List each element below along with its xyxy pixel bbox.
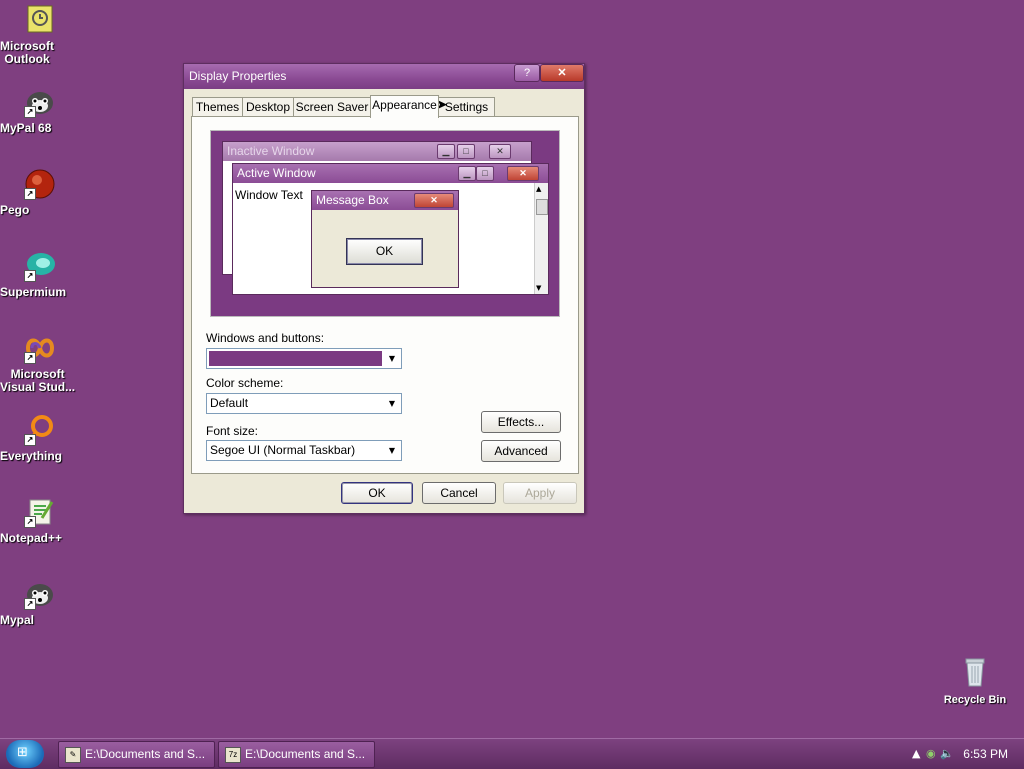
shortcut-arrow-icon: ↗ xyxy=(24,516,36,528)
preview-message-box-title: Message Box xyxy=(316,193,389,207)
preview-ok-button: OK xyxy=(346,238,423,265)
network-icon[interactable]: ◉ xyxy=(926,747,936,760)
tab-appearance[interactable]: Appearance xyxy=(370,95,439,118)
close-icon: ✕ xyxy=(414,193,454,208)
taskbar-clock[interactable]: 6:53 PM xyxy=(963,747,1008,761)
ok-button[interactable]: OK xyxy=(341,482,413,504)
scroll-thumb xyxy=(536,199,548,215)
chevron-down-icon: ▼ xyxy=(388,399,396,408)
tab-desktop[interactable]: Desktop xyxy=(242,97,294,117)
apply-button[interactable]: Apply xyxy=(503,482,577,504)
color-scheme-value: Default xyxy=(210,396,249,410)
shortcut-arrow-icon: ↗ xyxy=(24,106,36,118)
recycle-bin-label: Recycle Bin xyxy=(943,694,1007,706)
desktop-icon-label: Microsoft Visual Stud... xyxy=(0,367,76,394)
font-size-value: Segoe UI (Normal Taskbar) xyxy=(210,443,356,457)
visual-studio-icon: ↗ xyxy=(24,332,56,364)
close-icon: ✕ xyxy=(507,166,539,181)
supermium-icon: ↗ xyxy=(24,250,56,282)
raccoon-icon: ↗ xyxy=(24,86,56,118)
help-button[interactable]: ? xyxy=(514,64,540,82)
shortcut-arrow-icon: ↗ xyxy=(24,434,36,446)
desktop-icon-everything[interactable]: ↗ Everything xyxy=(0,414,80,463)
desktop-icon-visual-studio[interactable]: ↗ Microsoft Visual Stud... xyxy=(0,332,80,394)
minimize-icon: ▁ xyxy=(437,144,455,159)
taskbar-item-label: E:\Documents and S... xyxy=(85,747,206,761)
shortcut-arrow-icon: ↗ xyxy=(24,270,36,282)
taskbar: ⊞ ✎ E:\Documents and S... 7z E:\Document… xyxy=(0,738,1024,769)
taskbar-item-notepad[interactable]: ✎ E:\Documents and S... xyxy=(58,741,215,768)
desktop-icon-label: Everything xyxy=(0,449,63,463)
7zip-icon: 7z xyxy=(225,747,241,763)
desktop-icon-supermium[interactable]: ↗ Supermium xyxy=(0,250,80,299)
color-scheme-select[interactable]: Default ▼ xyxy=(206,393,402,414)
desktop-icon-label: Pego xyxy=(0,203,30,217)
close-button[interactable]: ✕ xyxy=(540,64,584,82)
desktop-icon-pego[interactable]: ↗ Pego xyxy=(0,168,80,217)
tab-screen-saver[interactable]: Screen Saver xyxy=(293,97,371,117)
tray-expand-icon[interactable]: ▲ xyxy=(912,747,920,760)
taskbar-item-7zip[interactable]: 7z E:\Documents and S... xyxy=(218,741,375,768)
start-button[interactable]: ⊞ xyxy=(6,740,44,768)
tab-themes[interactable]: Themes xyxy=(192,97,243,117)
desktop-icon-outlook[interactable]: Microsoft Outlook xyxy=(0,4,80,66)
desktop-icon-label: Microsoft Outlook xyxy=(0,39,54,66)
preview-scrollbar: ▲ ▼ xyxy=(534,183,548,294)
appearance-panel: Inactive Window ▁ □ ✕ Active Window ▁ □ … xyxy=(191,116,579,474)
volume-icon[interactable]: 🔈 xyxy=(940,747,954,760)
desktop-icon-label: Supermium xyxy=(0,285,67,299)
desktop-icon-label: Notepad++ xyxy=(0,531,63,545)
appearance-preview: Inactive Window ▁ □ ✕ Active Window ▁ □ … xyxy=(210,130,560,317)
preview-window-text: Window Text xyxy=(235,188,303,202)
raccoon-icon: ↗ xyxy=(24,578,56,610)
desktop-icon-recycle-bin[interactable]: Recycle Bin xyxy=(940,656,1010,706)
windows-logo-icon: ⊞ xyxy=(17,745,28,760)
windows-buttons-select[interactable]: ▼ xyxy=(206,348,402,369)
dialog-titlebar[interactable]: Display Properties ? ✕ xyxy=(184,64,584,89)
color-scheme-label: Color scheme: xyxy=(206,376,284,390)
display-properties-dialog: Display Properties ? ✕ Themes Desktop Sc… xyxy=(183,63,585,514)
desktop-icon-mypal68[interactable]: ↗ MyPal 68 xyxy=(0,86,80,135)
desktop-icon-notepadpp[interactable]: ↗ Notepad++ xyxy=(0,496,80,545)
maximize-icon: □ xyxy=(476,166,494,181)
cancel-button[interactable]: Cancel xyxy=(422,482,496,504)
preview-active-title: Active Window xyxy=(237,166,316,180)
windows-buttons-label: Windows and buttons: xyxy=(206,331,325,345)
dialog-title: Display Properties xyxy=(189,69,287,83)
font-size-label: Font size: xyxy=(206,424,259,438)
notepadpp-icon: ↗ xyxy=(24,496,56,528)
effects-button[interactable]: Effects... xyxy=(481,411,561,433)
recycle-bin-icon xyxy=(959,656,991,688)
maximize-icon: □ xyxy=(457,144,475,159)
font-size-select[interactable]: Segoe UI (Normal Taskbar) ▼ xyxy=(206,440,402,461)
desktop-icon-label: Mypal xyxy=(0,613,35,627)
shortcut-arrow-icon: ↗ xyxy=(24,352,36,364)
close-icon: ✕ xyxy=(489,144,511,159)
preview-inactive-title: Inactive Window xyxy=(227,144,315,158)
windows-buttons-swatch xyxy=(209,351,382,366)
scroll-down-icon: ▼ xyxy=(536,284,542,292)
chevron-down-icon: ▼ xyxy=(388,446,396,455)
taskbar-item-label: E:\Documents and S... xyxy=(245,747,366,761)
shortcut-arrow-icon: ↗ xyxy=(24,598,36,610)
notepadpp-icon: ✎ xyxy=(65,747,81,763)
preview-message-box: Message Box ✕ OK xyxy=(311,190,459,288)
pego-icon: ↗ xyxy=(24,168,56,200)
advanced-button[interactable]: Advanced xyxy=(481,440,561,462)
desktop-icon-label: MyPal 68 xyxy=(0,121,52,135)
outlook-icon xyxy=(24,4,56,36)
shortcut-arrow-icon: ↗ xyxy=(24,188,36,200)
chevron-down-icon: ▼ xyxy=(388,354,396,363)
desktop-icon-mypal[interactable]: ↗ Mypal xyxy=(0,578,80,627)
minimize-icon: ▁ xyxy=(458,166,476,181)
scroll-up-icon: ▲ xyxy=(536,185,542,193)
everything-icon: ↗ xyxy=(24,414,56,446)
